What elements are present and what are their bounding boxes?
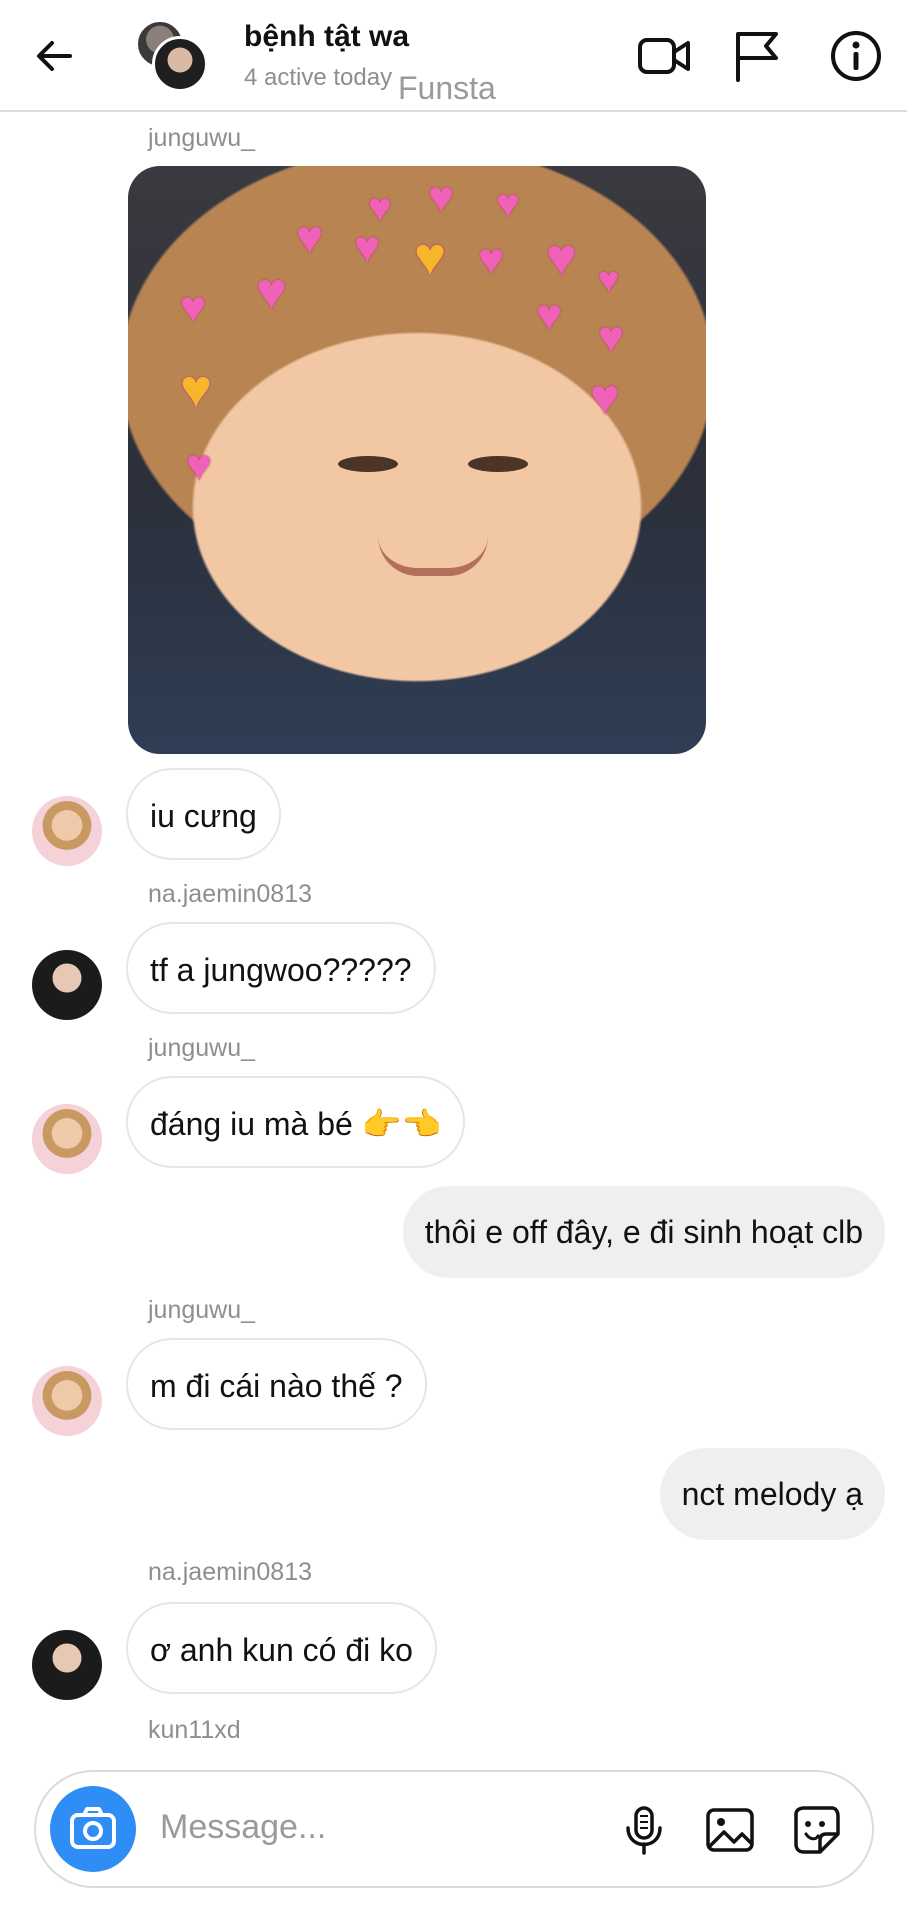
avatar[interactable] (32, 1366, 102, 1436)
chat-header: bệnh tật wa 4 active today Funsta (0, 0, 907, 112)
group-avatar[interactable] (136, 20, 208, 92)
heart-emoji-icon: ♥ (296, 211, 324, 263)
avatar[interactable] (32, 1630, 102, 1700)
message-bubble[interactable]: tf a jungwoo????? (126, 922, 436, 1014)
camera-button[interactable] (50, 1786, 136, 1872)
message-bubble-outgoing[interactable]: nct melody ạ (659, 1448, 885, 1540)
camera-icon (70, 1807, 116, 1849)
sender-name: junguwu_ (148, 124, 256, 152)
message-bubble[interactable]: iu cưng (126, 768, 281, 860)
heart-emoji-icon: ♥ (536, 291, 563, 340)
heart-emoji-icon: ♥ (256, 263, 287, 321)
info-icon[interactable] (828, 28, 884, 84)
photo-detail (378, 536, 488, 576)
heart-emoji-icon: ♥ (186, 441, 213, 490)
heart-emoji-icon: ♥ (414, 227, 447, 287)
heart-emoji-icon: ♥ (428, 173, 455, 222)
heart-emoji-icon: ♥ (354, 223, 381, 272)
heart-emoji-icon: ♥ (180, 359, 213, 419)
avatar[interactable] (32, 950, 102, 1020)
sender-name: junguwu_ (148, 1034, 256, 1062)
message-input[interactable]: Message... (160, 1808, 326, 1847)
heart-emoji-icon: ♥ (180, 283, 207, 332)
sender-name: na.jaemin0813 (148, 1558, 313, 1586)
heart-emoji-icon: ♥ (598, 313, 625, 362)
microphone-icon[interactable] (616, 1802, 672, 1858)
chat-title[interactable]: bệnh tật wa (244, 20, 409, 54)
heart-emoji-icon: ♥ (478, 235, 505, 284)
group-member-avatar (152, 36, 208, 92)
shared-photo[interactable]: ♥ ♥ ♥ ♥ ♥ ♥ ♥ ♥ ♥ ♥ ♥ ♥ ♥ ♥ ♥ ♥ (128, 166, 706, 754)
flag-icon[interactable] (730, 28, 786, 84)
photo-detail (338, 456, 398, 472)
message-bubble-outgoing[interactable]: thôi e off đây, e đi sinh hoạt clb (402, 1186, 885, 1278)
message-composer: Message... (34, 1770, 874, 1888)
heart-emoji-icon: ♥ (496, 182, 520, 226)
heart-emoji-icon: ♥ (368, 186, 392, 230)
message-bubble[interactable]: m đi cái nào thế ? (126, 1338, 427, 1430)
video-call-icon[interactable] (636, 28, 692, 84)
sender-name: junguwu_ (148, 1296, 256, 1324)
avatar[interactable] (32, 1104, 102, 1174)
brand-watermark: Funsta (398, 70, 496, 106)
active-status: 4 active today (244, 64, 393, 91)
avatar[interactable] (32, 796, 102, 866)
message-bubble[interactable]: ơ anh kun có đi ko (126, 1602, 437, 1694)
gallery-icon[interactable] (702, 1802, 758, 1858)
message-bubble[interactable]: đáng iu mà bé 👉👈 (126, 1076, 466, 1168)
photo-detail (468, 456, 528, 472)
heart-emoji-icon: ♥ (546, 229, 577, 287)
heart-emoji-icon: ♥ (598, 259, 620, 300)
sender-name: na.jaemin0813 (148, 880, 313, 908)
sticker-icon[interactable] (788, 1802, 844, 1858)
heart-emoji-icon: ♥ (590, 369, 620, 425)
sender-name: kun11xd (148, 1716, 241, 1744)
back-arrow-icon[interactable] (30, 32, 78, 80)
